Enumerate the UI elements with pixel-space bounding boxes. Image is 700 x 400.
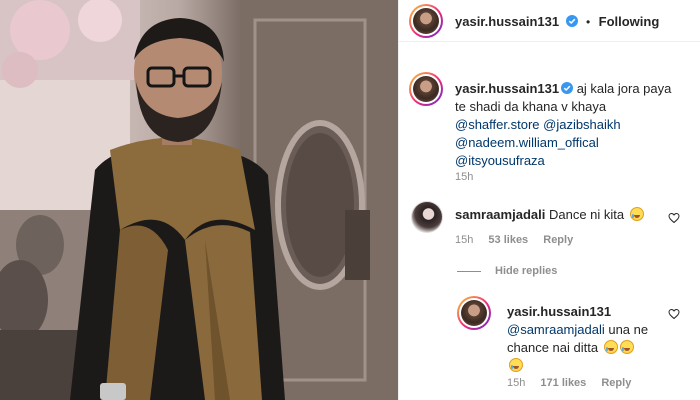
laughing-emoji-icon bbox=[629, 207, 644, 221]
caption: yasir.hussain131 aj kala jora paya te sh… bbox=[455, 80, 685, 170]
mention-link[interactable]: @shaffer.store bbox=[455, 117, 540, 132]
reply: yasir.hussain131 @samraamjadali una ne c… bbox=[507, 303, 682, 375]
reply-text-continued: chance nai ditta bbox=[507, 340, 599, 355]
verified-badge-icon bbox=[565, 15, 578, 27]
following-button[interactable]: Following bbox=[599, 14, 660, 29]
verified-badge-icon bbox=[561, 82, 574, 94]
heart-icon[interactable] bbox=[668, 212, 680, 224]
post-photo bbox=[0, 0, 398, 400]
reply-mention[interactable]: @samraamjadali bbox=[507, 322, 605, 337]
comment-text: Dance ni kita bbox=[548, 207, 625, 222]
header-username[interactable]: yasir.hussain131 bbox=[455, 14, 559, 29]
reply-reply-button[interactable]: Reply bbox=[601, 377, 631, 389]
reply-avatar[interactable] bbox=[457, 296, 491, 330]
comment-likes[interactable]: 53 likes bbox=[488, 234, 528, 246]
comment: samraamjadali Dance ni kita bbox=[455, 206, 665, 224]
caption-time[interactable]: 15h bbox=[455, 171, 473, 183]
mention-link[interactable]: @nadeem.william_offical bbox=[455, 135, 599, 150]
laughing-emoji-icon bbox=[509, 358, 523, 372]
caption-timestamp: 15h bbox=[455, 171, 485, 183]
heart-icon[interactable] bbox=[668, 308, 680, 320]
commenter-avatar[interactable] bbox=[411, 201, 443, 233]
post-photo-illustration bbox=[0, 0, 398, 400]
caption-avatar[interactable] bbox=[409, 72, 443, 106]
header-separator: • bbox=[585, 15, 591, 29]
laughing-emoji-icon bbox=[619, 340, 634, 354]
comment-reply-button[interactable]: Reply bbox=[543, 234, 573, 246]
hide-replies-button[interactable]: Hide replies bbox=[495, 265, 557, 277]
reply-text: una ne bbox=[604, 322, 649, 337]
comment-time[interactable]: 15h bbox=[455, 234, 473, 246]
header-info: yasir.hussain131 • Following bbox=[455, 13, 659, 31]
comment-meta: 15h 53 likes Reply bbox=[455, 234, 585, 246]
comments-panel: yasir.hussain131 • Following yasir.hussa… bbox=[398, 0, 700, 400]
post-header: yasir.hussain131 • Following bbox=[399, 0, 700, 42]
reply-meta: 15h 171 likes Reply bbox=[507, 377, 643, 389]
reply-username[interactable]: yasir.hussain131 bbox=[507, 304, 611, 319]
author-avatar[interactable] bbox=[409, 4, 443, 38]
mention-link[interactable]: @jazibshaikh bbox=[543, 117, 621, 132]
comment-username[interactable]: samraamjadali bbox=[455, 207, 545, 222]
reply-time[interactable]: 15h bbox=[507, 377, 525, 389]
laughing-emoji-icon bbox=[603, 340, 618, 354]
replies-divider bbox=[457, 271, 481, 272]
reply-likes[interactable]: 171 likes bbox=[540, 377, 586, 389]
caption-username[interactable]: yasir.hussain131 bbox=[455, 81, 559, 96]
mention-link[interactable]: @itsyousufraza bbox=[455, 153, 545, 168]
